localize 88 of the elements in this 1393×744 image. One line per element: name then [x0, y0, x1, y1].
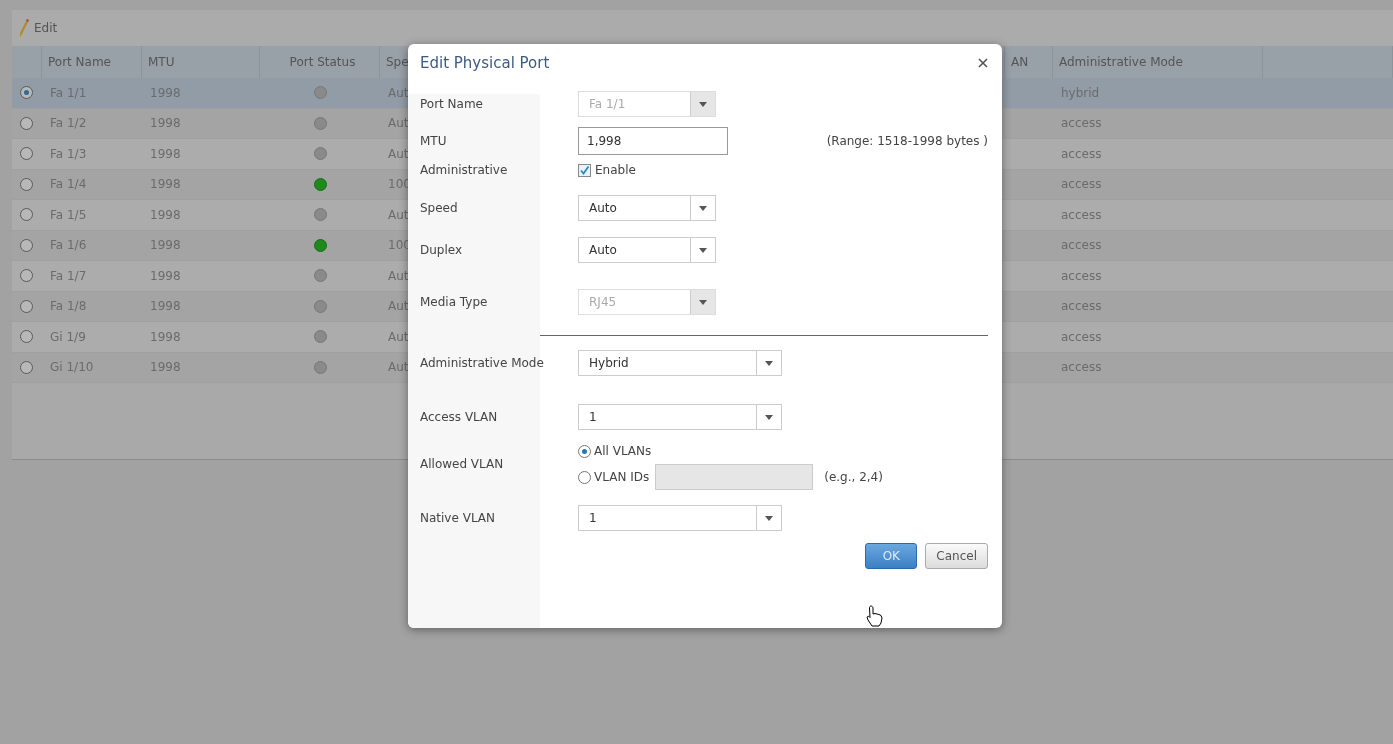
field-label: Administrative [420, 163, 509, 177]
table-cell: 1998 [150, 177, 181, 192]
checkbox-label: Enable [595, 163, 636, 177]
mtu-input-field[interactable]: 1,998 [578, 127, 728, 155]
table-cell: Fa 1/8 [50, 299, 87, 314]
row-radio[interactable] [20, 208, 33, 222]
radio-button[interactable] [578, 470, 591, 484]
pencil-icon [18, 18, 30, 38]
caret-icon [699, 247, 707, 253]
table-cell: 1998 [150, 116, 181, 131]
table-cell: 1998 [150, 268, 181, 283]
dialog-title: Edit Physical Port [420, 54, 550, 72]
table-cell: Fa 1/4 [50, 177, 87, 192]
table-cell: Fa 1/1 [50, 85, 87, 100]
table-cell: Gi 1/9 [50, 329, 86, 344]
row-radio[interactable] [20, 299, 33, 313]
cancel-button[interactable]: Cancel [925, 543, 988, 569]
caret-icon [765, 414, 773, 420]
range-hint: (Range: 1518-1998 bytes ) [826, 134, 989, 148]
caret-icon [765, 515, 773, 521]
table-cell: 1998 [150, 207, 181, 222]
close-icon[interactable] [978, 58, 988, 68]
caret-icon [699, 299, 707, 305]
table-cell: 1998 [150, 299, 181, 314]
table-cell: Gi 1/10 [50, 360, 94, 375]
table-cell: Aut [388, 329, 409, 344]
example-hint: (e.g., 2,4) [824, 470, 883, 484]
table-cell: Fa 1/3 [50, 146, 87, 161]
checkbox[interactable] [578, 163, 591, 177]
column-header: Port Name [48, 55, 111, 69]
dropdown[interactable]: 1 [578, 505, 782, 531]
table-cell: Fa 1/2 [50, 116, 87, 131]
radio-label: All VLANs [594, 444, 652, 458]
caret-icon [699, 205, 707, 211]
table-cell: access [1061, 268, 1102, 283]
table-cell: access [1061, 146, 1102, 161]
dropdown[interactable]: Auto [578, 195, 716, 221]
dropdown[interactable]: Hybrid [578, 350, 782, 376]
column-header: Port Status [289, 55, 356, 69]
row-radio[interactable] [20, 116, 33, 130]
radio-button[interactable] [578, 444, 591, 458]
dropdown[interactable]: 1 [578, 404, 782, 430]
table-cell: 1998 [150, 329, 181, 344]
table-cell: Aut [388, 299, 409, 314]
dropdown[interactable]: Auto [578, 237, 716, 263]
table-cell: Fa 1/5 [50, 207, 87, 222]
column-header: AN [1011, 55, 1029, 69]
table-cell: 1998 [150, 85, 181, 100]
table-cell: access [1061, 177, 1102, 192]
field-label: Speed [420, 201, 459, 215]
caret-icon [765, 360, 773, 366]
column-header: Administrative Mode [1059, 55, 1183, 69]
table-cell: 1998 [150, 238, 181, 253]
table-cell: Aut [388, 207, 409, 222]
field-label: MTU [420, 134, 448, 148]
table-cell: 1998 [150, 146, 181, 161]
table-cell: Aut [388, 146, 409, 161]
table-cell: hybrid [1061, 85, 1100, 100]
row-radio[interactable] [20, 238, 33, 252]
field-label: Allowed VLAN [420, 457, 505, 471]
radio-label: VLAN IDs [594, 470, 650, 484]
table-cell: Aut [388, 268, 409, 283]
row-radio[interactable] [20, 360, 33, 374]
table-cell: 1998 [150, 360, 181, 375]
table-cell: Aut [388, 360, 409, 375]
table-cell: Aut [388, 85, 409, 100]
field-label: Administrative Mode [420, 356, 545, 370]
table-cell: access [1061, 238, 1102, 253]
field-label: Port Name [420, 97, 484, 111]
field-label: Duplex [420, 243, 464, 257]
column-header: Spe [386, 55, 409, 69]
table-cell: Fa 1/6 [50, 238, 87, 253]
table-cell: access [1061, 116, 1102, 131]
row-radio[interactable] [20, 330, 33, 344]
table-cell: Aut [388, 116, 409, 131]
table-cell: access [1061, 299, 1102, 314]
row-radio[interactable] [20, 147, 33, 161]
row-radio[interactable] [20, 86, 33, 100]
column-header: MTU [148, 55, 175, 69]
field-label: Media Type [420, 295, 489, 309]
table-cell: access [1061, 207, 1102, 222]
row-radio[interactable] [20, 177, 33, 191]
table-cell: access [1061, 329, 1102, 344]
table-cell: access [1061, 360, 1102, 375]
row-radio[interactable] [20, 269, 33, 283]
field-label: Access VLAN [420, 410, 499, 424]
table-cell: Fa 1/7 [50, 268, 87, 283]
field-label: Native VLAN [420, 511, 497, 525]
